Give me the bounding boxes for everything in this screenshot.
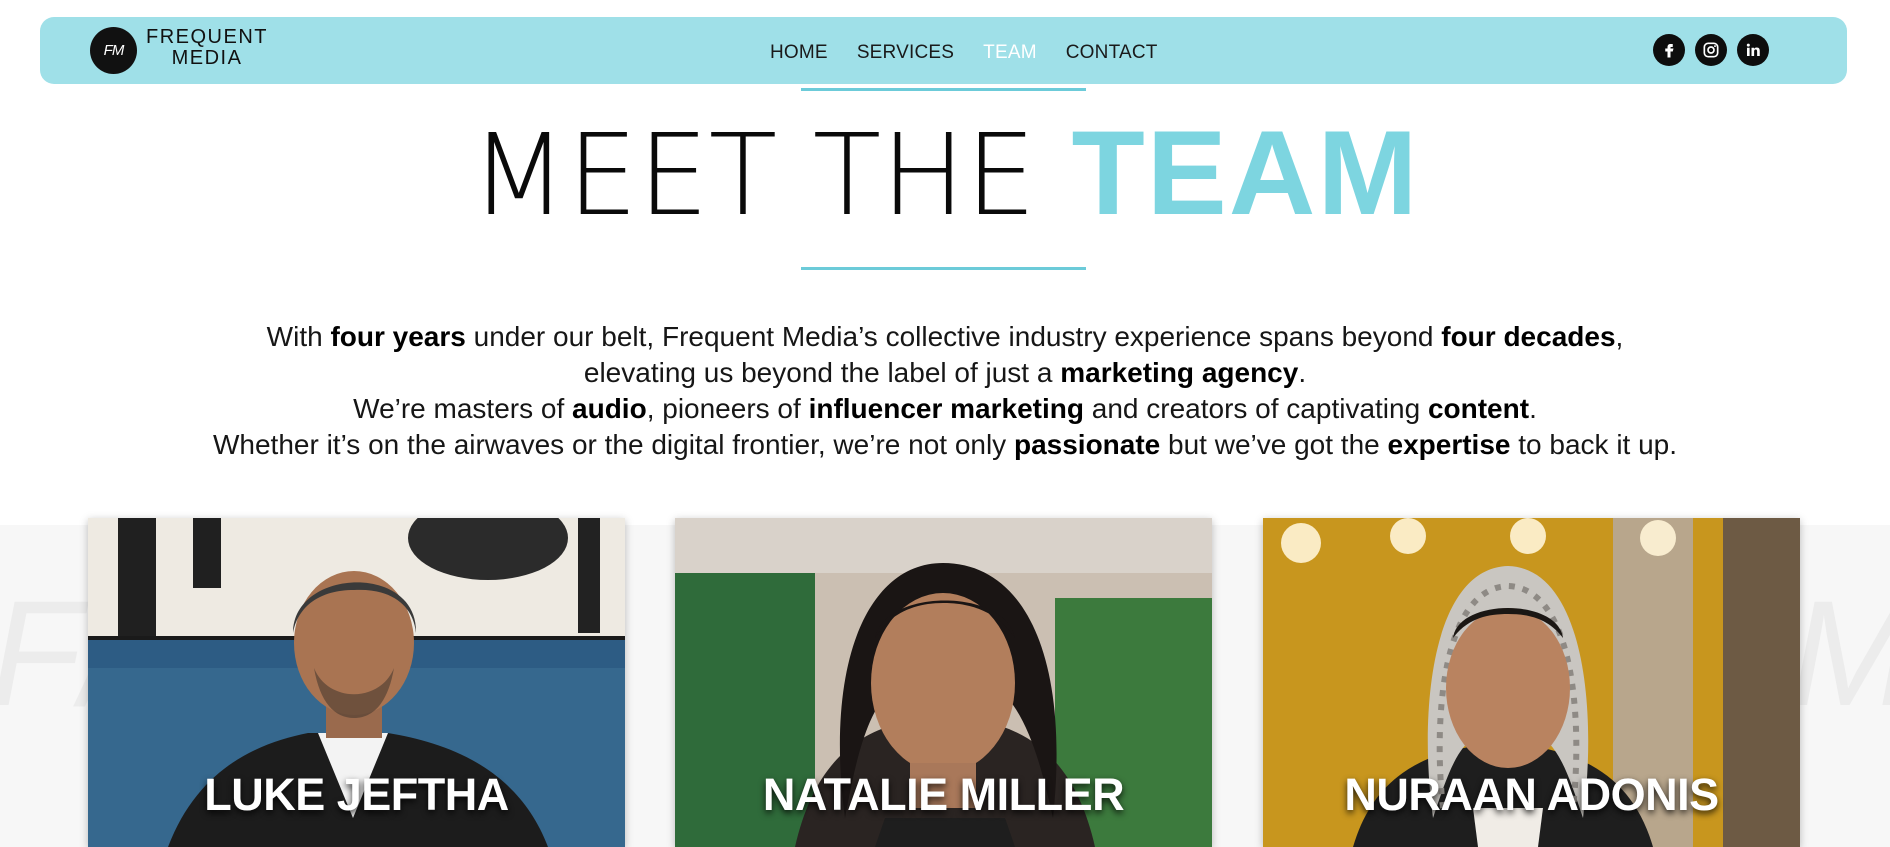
logo-mark: FM bbox=[90, 27, 137, 74]
nav-services[interactable]: SERVICES bbox=[857, 42, 954, 64]
facebook-icon[interactable] bbox=[1653, 34, 1685, 66]
instagram-icon[interactable] bbox=[1695, 34, 1727, 66]
logo[interactable]: FM FREQUENT MEDIA bbox=[90, 27, 268, 74]
svg-text:M: M bbox=[1790, 569, 1890, 737]
team-name-luke: LUKE JEFTHA bbox=[204, 769, 509, 820]
linkedin-icon[interactable] bbox=[1737, 34, 1769, 66]
site-header: FM FREQUENT MEDIA HOME SERVICES TEAM CON… bbox=[40, 17, 1847, 84]
intro-line-2: elevating us beyond the label of just a … bbox=[583, 357, 1307, 388]
team-card-nuraan[interactable]: NURAAN ADONIS bbox=[1263, 518, 1800, 847]
title-rule-bottom bbox=[801, 267, 1086, 270]
logo-line-2: MEDIA bbox=[171, 47, 243, 69]
team-name-nuraan: NURAAN ADONIS bbox=[1344, 769, 1719, 820]
nav-team[interactable]: TEAM bbox=[983, 42, 1037, 64]
team-name-natalie: NATALIE MILLER bbox=[762, 769, 1125, 820]
main-nav: HOME SERVICES TEAM CONTACT bbox=[770, 42, 1158, 64]
intro-line-1: With four years under our belt, Frequent… bbox=[266, 321, 1624, 352]
nav-home[interactable]: HOME bbox=[770, 42, 828, 64]
page-title: MEET THE TEAM bbox=[0, 113, 1890, 236]
page-title-accent: TEAM bbox=[1071, 106, 1420, 240]
intro-line-3: We’re masters of audio, pioneers of infl… bbox=[353, 393, 1537, 424]
social-links bbox=[1653, 34, 1769, 66]
logo-line-1: FREQUENT bbox=[146, 26, 268, 48]
logo-wordmark: FREQUENT MEDIA bbox=[146, 27, 268, 69]
team-card-luke[interactable]: LUKE JEFTHA bbox=[88, 518, 625, 847]
nav-contact[interactable]: CONTACT bbox=[1066, 42, 1158, 64]
intro-line-4: Whether it’s on the airwaves or the digi… bbox=[212, 429, 1678, 460]
team-card-natalie[interactable]: NATALIE MILLER bbox=[675, 518, 1212, 847]
title-rule-top bbox=[801, 88, 1086, 91]
page-title-light: MEET THE bbox=[470, 111, 1037, 241]
intro-paragraph: With four years under our belt, Frequent… bbox=[0, 319, 1890, 463]
